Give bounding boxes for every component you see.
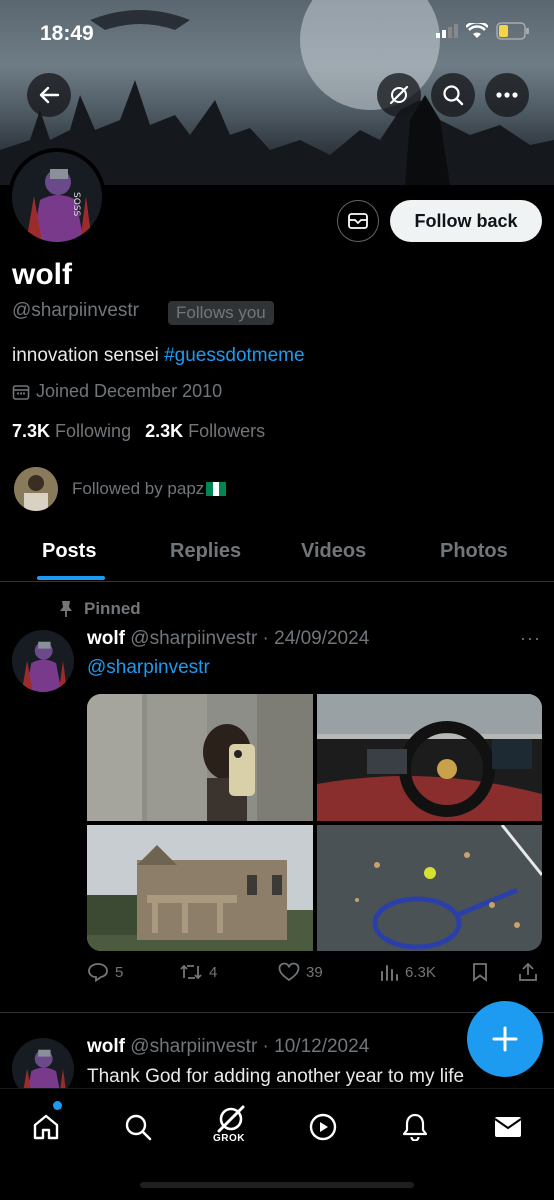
- follower-avatar: [14, 467, 58, 511]
- nav-search[interactable]: [118, 1107, 158, 1147]
- nav-home[interactable]: [26, 1107, 66, 1147]
- following-link[interactable]: 7.3K Following: [12, 421, 131, 442]
- search-icon: [125, 1114, 152, 1141]
- follow-stats: 7.3K Following 2.3K Followers: [12, 421, 265, 442]
- repost-button[interactable]: 4: [179, 962, 217, 982]
- post-avatar[interactable]: [12, 630, 74, 692]
- share-button[interactable]: [518, 962, 538, 982]
- profile-handle: @sharpiinvestr: [12, 300, 139, 321]
- grok-label: GROK: [213, 1133, 245, 1144]
- bell-icon: [402, 1113, 428, 1141]
- nav-messages[interactable]: [488, 1107, 528, 1147]
- home-indicator: [140, 1182, 414, 1188]
- joined-text: Joined December 2010: [36, 381, 223, 401]
- following-count: 7.3K: [12, 421, 51, 441]
- share-icon: [519, 962, 537, 981]
- more-button[interactable]: [485, 73, 529, 117]
- profile-tabs: Posts Replies Videos Photos: [0, 522, 554, 582]
- compose-post-button[interactable]: [467, 1001, 543, 1077]
- calendar-icon: [12, 384, 30, 400]
- followers-label: Followers: [188, 421, 266, 441]
- tab-videos[interactable]: Videos: [301, 540, 366, 563]
- pinned-text: Pinned: [84, 599, 141, 618]
- follows-you-badge: Follows you: [168, 301, 274, 325]
- post-mention-link[interactable]: @sharpinvestr: [87, 657, 210, 679]
- tab-photos[interactable]: Photos: [440, 540, 508, 563]
- home-notification-dot: [53, 1101, 62, 1110]
- post-divider: [0, 1012, 554, 1013]
- followed-by-text: Followed by papz: [72, 479, 205, 498]
- pinned-label: Pinned: [58, 599, 141, 619]
- following-label: Following: [55, 421, 132, 441]
- post-media-grid: [87, 694, 542, 951]
- status-time: 18:49: [40, 22, 94, 45]
- search-icon: [443, 85, 464, 106]
- post-header: wolf @sharpiinvestr · 10/12/2024: [87, 1036, 369, 1058]
- like-count: 39: [306, 963, 323, 981]
- media-porsche-interior[interactable]: [317, 694, 542, 821]
- post-actions: 5 4 39 6.3K: [87, 962, 542, 988]
- envelope-icon: [494, 1117, 522, 1137]
- media-elevator-selfie[interactable]: [87, 694, 313, 821]
- repost-count: 4: [209, 963, 218, 981]
- views-count: 6.3K: [405, 963, 436, 981]
- views-icon: [381, 965, 398, 981]
- media-tennis-court[interactable]: [317, 825, 542, 951]
- search-button[interactable]: [431, 73, 475, 117]
- post-author[interactable]: wolf: [87, 628, 125, 649]
- bio-text: innovation sensei: [12, 345, 165, 366]
- play-icon: [309, 1113, 337, 1141]
- reply-button[interactable]: 5: [87, 962, 123, 982]
- profile-name: wolf: [12, 258, 72, 291]
- message-button[interactable]: [337, 200, 379, 242]
- post-more-button[interactable]: ···: [520, 628, 541, 649]
- active-tab-indicator: [37, 576, 105, 580]
- grok-icon: [389, 85, 409, 105]
- tab-replies[interactable]: Replies: [170, 540, 241, 563]
- grok-icon: [217, 1105, 245, 1133]
- signal-icon: [436, 24, 458, 38]
- battery-icon: [496, 22, 529, 40]
- repost-icon: [180, 964, 202, 980]
- grok-button[interactable]: [377, 73, 421, 117]
- joined-date: Joined December 2010: [12, 381, 222, 402]
- bookmark-button[interactable]: [472, 962, 488, 982]
- post-handle-date: @sharpiinvestr · 10/12/2024: [130, 1036, 370, 1057]
- profile-avatar[interactable]: SOSS: [8, 148, 106, 246]
- bookmark-icon: [473, 963, 487, 982]
- wifi-icon: [466, 23, 488, 38]
- bio-hashtag-link[interactable]: #guessdotmeme: [164, 345, 304, 366]
- nav-notifications[interactable]: [395, 1107, 435, 1147]
- like-icon: [278, 962, 300, 982]
- pin-icon: [60, 601, 72, 617]
- home-icon: [33, 1114, 59, 1140]
- back-arrow-icon: [39, 86, 60, 104]
- more-icon: [496, 92, 518, 98]
- tab-posts[interactable]: Posts: [42, 540, 96, 563]
- nigeria-flag-icon: [206, 482, 227, 496]
- post-handle-date: @sharpiinvestr · 24/09/2024: [130, 628, 370, 649]
- followers-link[interactable]: 2.3K Followers: [145, 421, 265, 442]
- reply-count: 5: [115, 963, 124, 981]
- nav-video[interactable]: [303, 1107, 343, 1147]
- mail-icon: [348, 213, 368, 229]
- post-text: Thank God for adding another year to my …: [87, 1066, 465, 1087]
- plus-icon: [492, 1026, 518, 1052]
- status-icons: [436, 22, 530, 40]
- back-button[interactable]: [27, 73, 71, 117]
- post-header: wolf @sharpiinvestr · 24/09/2024: [87, 628, 369, 650]
- media-manor-house[interactable]: [87, 825, 313, 951]
- followers-count: 2.3K: [145, 421, 184, 441]
- reply-icon: [88, 963, 108, 982]
- profile-bio: innovation sensei #guessdotmeme: [12, 345, 305, 367]
- views-button[interactable]: 6.3K: [379, 962, 436, 982]
- svg-text:SOSS: SOSS: [71, 192, 81, 217]
- like-button[interactable]: 39: [278, 962, 323, 982]
- follow-back-button[interactable]: Follow back: [390, 200, 542, 242]
- post-author[interactable]: wolf: [87, 1036, 125, 1057]
- followed-by-row[interactable]: Followed by papz: [14, 467, 227, 511]
